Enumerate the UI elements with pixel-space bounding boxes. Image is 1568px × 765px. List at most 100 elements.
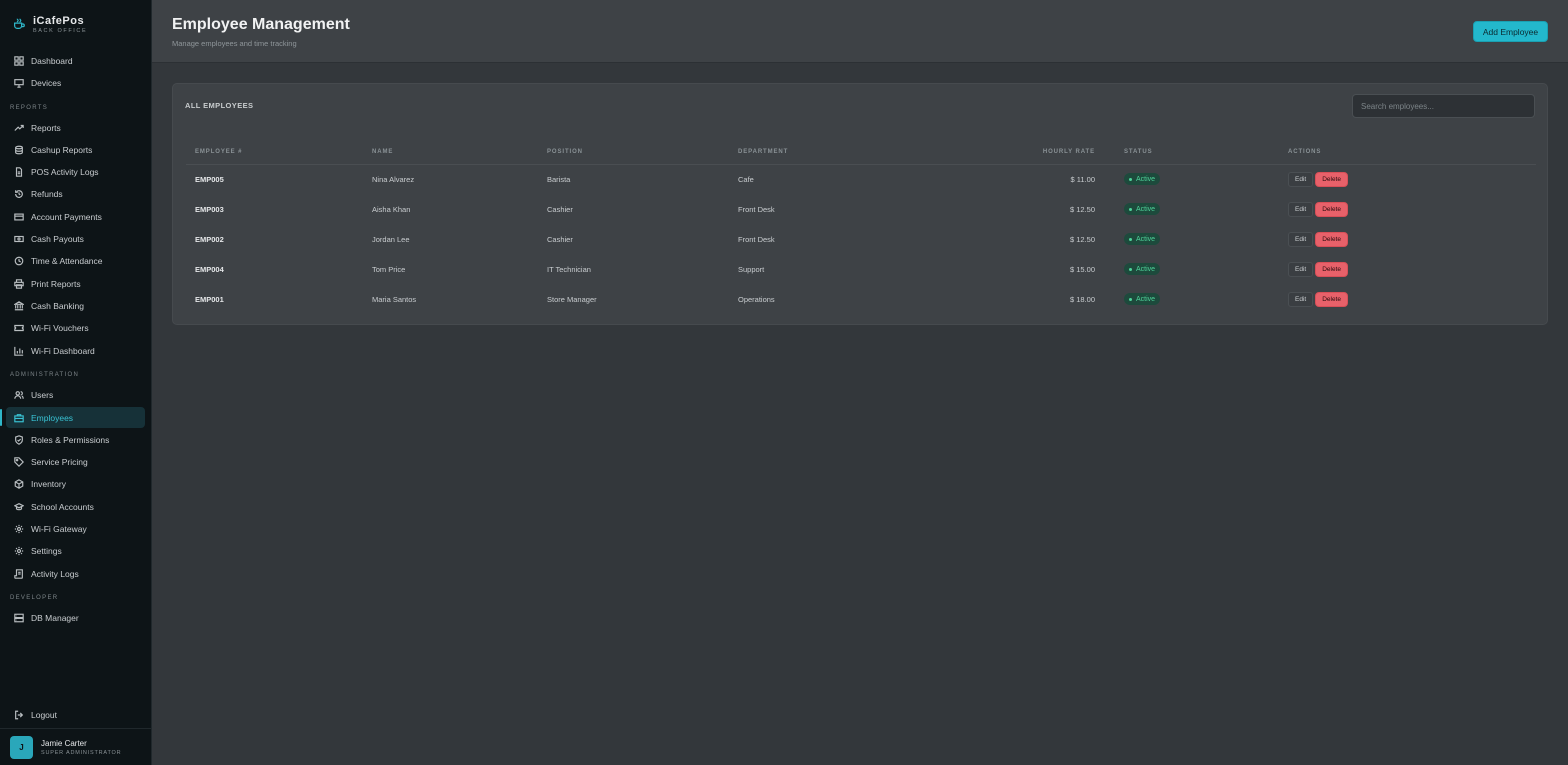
employee-position: Cashier (547, 204, 573, 214)
edit-button[interactable]: Edit (1288, 231, 1314, 247)
sidebar-item-label: Print Reports (31, 278, 81, 289)
table-row: EMP001 Maria Santos Store Manager Operat… (186, 284, 1536, 314)
actions-cell: Edit Delete (1279, 164, 1536, 194)
column-header-department[interactable]: DEPARTMENT (729, 141, 929, 165)
sidebar-item-label: School Accounts (31, 501, 94, 512)
sidebar-item-dashboard[interactable]: Dashboard (6, 50, 145, 71)
page-header: Employee Management Manage employees and… (152, 0, 1568, 63)
package-icon (14, 478, 24, 489)
delete-button[interactable]: Delete (1315, 261, 1348, 277)
sidebar-item-label: Account Payments (31, 211, 102, 222)
employee-id: EMP004 (195, 264, 224, 274)
briefcase-icon (14, 413, 24, 422)
employee-department: Front Desk (738, 234, 775, 244)
status-dot-icon (1129, 237, 1132, 241)
sidebar-item-activity-logs[interactable]: Activity Logs (6, 563, 145, 584)
employee-name: Jordan Lee (372, 234, 410, 244)
status-label: Active (1136, 265, 1156, 273)
delete-button[interactable]: Delete (1315, 171, 1348, 187)
delete-button[interactable]: Delete (1315, 231, 1348, 247)
employees-table: EMPLOYEE # NAME POSITION DEPARTMENT HOUR… (186, 141, 1536, 314)
sidebar-item-label: Inventory (31, 478, 66, 489)
scroll-icon (14, 568, 23, 579)
sidebar-item-pos-activity-logs[interactable]: POS Activity Logs (6, 161, 145, 182)
column-header-name[interactable]: NAME (363, 141, 538, 165)
delete-button[interactable]: Delete (1315, 291, 1348, 307)
sidebar: iCafePos BACK OFFICE Dashboard Devices R… (0, 0, 152, 765)
edit-button[interactable]: Edit (1288, 201, 1314, 217)
employee-hourly-rate: $ 12.50 (1069, 204, 1095, 214)
employee-hourly-rate: $ 18.00 (1069, 294, 1095, 304)
file-text-icon (15, 166, 23, 177)
search-input[interactable] (1352, 94, 1535, 118)
sidebar-item-cash-banking[interactable]: Cash Banking (6, 295, 145, 316)
logout-label: Logout (31, 710, 57, 720)
sidebar-item-label: Cashup Reports (31, 144, 93, 155)
status-cell: Active (1115, 224, 1279, 254)
table-header-row: EMPLOYEE # NAME POSITION DEPARTMENT HOUR… (186, 141, 1536, 165)
employee-name: Nina Alvarez (372, 174, 415, 184)
user-profile[interactable]: J Jamie Carter SUPER ADMINISTRATOR (0, 728, 151, 765)
sidebar-item-inventory[interactable]: Inventory (6, 473, 145, 494)
sidebar-item-refunds[interactable]: Refunds (6, 183, 145, 204)
add-employee-button[interactable]: Add Employee (1473, 21, 1548, 42)
employee-id: EMP003 (195, 204, 224, 214)
graduation-cap-icon (14, 502, 24, 510)
logout-button[interactable]: Logout (6, 705, 145, 725)
sidebar-item-cash-payouts[interactable]: Cash Payouts (6, 228, 145, 249)
sidebar-item-users[interactable]: Users (6, 384, 145, 405)
status-dot-icon (1129, 207, 1132, 211)
sidebar-item-label: Roles & Permissions (31, 434, 110, 445)
column-header-position[interactable]: POSITION (538, 141, 729, 165)
avatar: J (10, 735, 33, 759)
edit-button[interactable]: Edit (1288, 291, 1314, 307)
sidebar-item-employees[interactable]: Employees (0, 407, 145, 428)
status-cell: Active (1115, 284, 1279, 314)
sidebar-item-reports[interactable]: Reports (6, 117, 145, 138)
sidebar-item-devices[interactable]: Devices (6, 72, 145, 93)
actions-cell: Edit Delete (1279, 284, 1536, 314)
delete-button[interactable]: Delete (1315, 201, 1348, 217)
sidebar-item-print-reports[interactable]: Print Reports (6, 273, 145, 294)
sidebar-item-label: Wi-Fi Gateway (31, 523, 87, 534)
sidebar-item-db-manager[interactable]: DB Manager (6, 607, 145, 628)
sidebar-item-wifi-vouchers[interactable]: Wi-Fi Vouchers (6, 317, 145, 338)
sidebar-item-label: Wi-Fi Vouchers (31, 322, 89, 333)
brand[interactable]: iCafePos BACK OFFICE (0, 0, 151, 38)
sidebar-item-service-pricing[interactable]: Service Pricing (6, 451, 145, 472)
sidebar-item-school-accounts[interactable]: School Accounts (6, 496, 145, 517)
sidebar-item-label: Refunds (31, 188, 63, 199)
employee-department: Cafe (738, 174, 754, 184)
sidebar-item-cashup-reports[interactable]: Cashup Reports (6, 139, 145, 160)
sidebar-item-label: POS Activity Logs (31, 166, 99, 177)
sidebar-item-label: Activity Logs (31, 568, 79, 579)
brand-name: iCafePos (33, 14, 85, 27)
sidebar-item-wifi-gateway[interactable]: Wi-Fi Gateway (6, 518, 145, 539)
column-header-status[interactable]: STATUS (1115, 141, 1279, 165)
bank-icon (14, 300, 24, 310)
sidebar-item-label: Time & Attendance (31, 255, 103, 266)
status-cell: Active (1115, 194, 1279, 224)
sidebar-item-label: Users (31, 389, 54, 400)
sidebar-item-settings[interactable]: Settings (6, 540, 145, 561)
actions-cell: Edit Delete (1279, 254, 1536, 284)
coffee-cup-icon (14, 18, 25, 29)
column-header-hourly-rate[interactable]: HOURLY RATE (929, 141, 1115, 165)
status-label: Active (1136, 235, 1156, 243)
user-name: Jamie Carter (41, 738, 87, 748)
employee-name: Aisha Khan (372, 204, 411, 214)
section-label-administration: ADMINISTRATION (10, 372, 80, 378)
section-label-developer: DEVELOPER (10, 595, 59, 601)
edit-button[interactable]: Edit (1288, 261, 1314, 277)
bar-chart-icon (14, 346, 24, 356)
sidebar-item-time-attendance[interactable]: Time & Attendance (6, 250, 145, 271)
table-row: EMP005 Nina Alvarez Barista Cafe $ 11.00… (186, 164, 1536, 194)
settings-icon (14, 524, 24, 533)
sidebar-item-wifi-dashboard[interactable]: Wi-Fi Dashboard (6, 340, 145, 361)
edit-button[interactable]: Edit (1288, 171, 1314, 187)
status-label: Active (1136, 295, 1156, 303)
sidebar-item-account-payments[interactable]: Account Payments (6, 206, 145, 227)
sidebar-item-roles-permissions[interactable]: Roles & Permissions (6, 429, 145, 450)
column-header-employee-id[interactable]: EMPLOYEE # (186, 141, 363, 165)
sidebar-item-label: Settings (31, 545, 62, 556)
